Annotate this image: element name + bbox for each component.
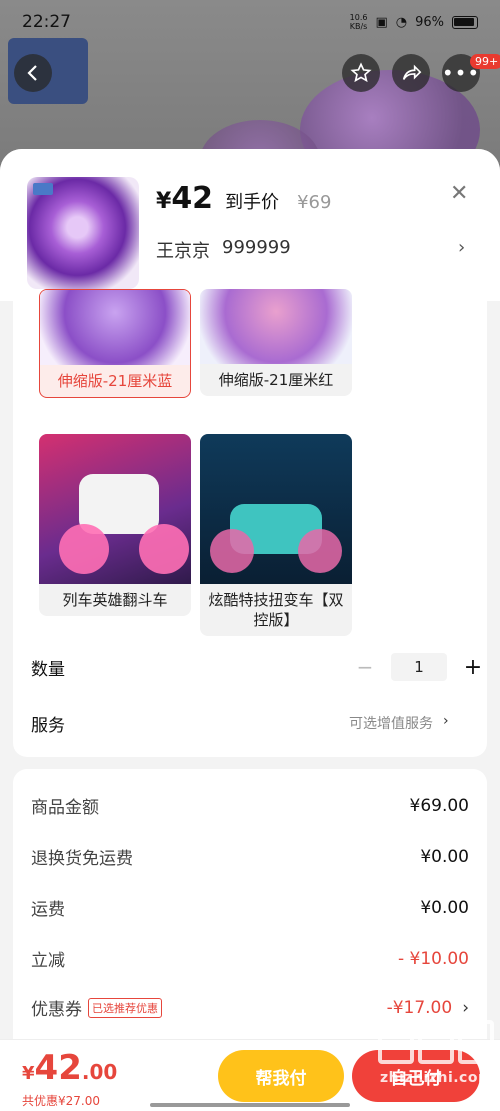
variant-image: [40, 290, 190, 365]
price-row: ¥42 到手价 ¥69: [156, 181, 331, 216]
variant-image: [200, 289, 352, 364]
coupon-label: 优惠券: [31, 1000, 82, 1020]
variant-label: 伸缩版-21厘米红: [218, 371, 334, 389]
instant-discount-row: 立减 - ¥10.00: [31, 946, 469, 972]
shipping-row: 运费 ¥0.00: [31, 895, 469, 921]
quantity-stepper: − 1 +: [355, 653, 483, 681]
shop-name: 王京京: [156, 241, 210, 262]
total-decimal: .00: [81, 1060, 118, 1084]
price-summary: 商品金额 ¥69.00 退换货免运费 ¥0.00 运费 ¥0.00 立减 - ¥…: [13, 769, 487, 1069]
instant-discount-value: - ¥10.00: [397, 948, 469, 969]
help-pay-button[interactable]: 帮我付: [218, 1050, 344, 1102]
chevron-right-icon: ›: [443, 713, 449, 729]
nfc-icon: ▣: [375, 14, 388, 30]
sheet-header: ¥42 到手价 ¥69 ✕ 王京京 999999 ›: [0, 149, 500, 301]
return-shipping-value: ¥0.00: [420, 846, 469, 867]
share-icon: [402, 64, 422, 80]
status-bar: 22:27 10.6 KB/s ▣ ◔ 96%: [0, 0, 500, 44]
final-price: 42: [171, 181, 214, 216]
notification-badge: 99+: [470, 54, 500, 69]
goods-amount-label: 商品金额: [31, 798, 99, 818]
variant-option[interactable]: 伸缩版-21厘米红: [200, 289, 352, 396]
service-label: 服务: [31, 716, 65, 736]
purchase-sheet: ¥42 到手价 ¥69 ✕ 王京京 999999 › 伸缩版-21厘米蓝 伸缩版…: [0, 149, 500, 1111]
quantity-input[interactable]: 1: [391, 653, 447, 681]
back-button[interactable]: [14, 54, 52, 92]
close-icon[interactable]: ✕: [450, 181, 468, 206]
shop-row[interactable]: 王京京 999999: [156, 237, 291, 263]
variant-label: 炫酷特技扭变车【双控版】: [208, 591, 344, 629]
return-shipping-label: 退换货免运费: [31, 849, 133, 869]
options-card: 伸缩版-21厘米蓝 伸缩版-21厘米红 列车英雄翻斗车 炫酷特技扭变车【双控版】…: [13, 289, 487, 757]
quantity-decrease-button[interactable]: −: [355, 655, 375, 679]
service-option-text: 可选增值服务: [349, 716, 433, 732]
instant-discount-label: 立减: [31, 951, 65, 971]
battery-icon: [452, 15, 478, 29]
product-thumbnail[interactable]: [27, 177, 139, 289]
variant-option[interactable]: 列车英雄翻斗车: [39, 434, 191, 616]
original-price: ¥69: [297, 192, 332, 213]
favorite-button[interactable]: [342, 54, 380, 92]
total-integer: 42: [34, 1048, 82, 1088]
coupon-value: -¥17.00: [386, 997, 453, 1018]
final-price-label: 到手价: [225, 192, 280, 213]
chevron-right-icon[interactable]: ›: [458, 237, 465, 258]
variant-option[interactable]: 炫酷特技扭变车【双控版】: [200, 434, 352, 636]
net-speed-unit: KB/s: [349, 22, 368, 31]
coupon-tag: 已选推荐优惠: [88, 997, 162, 1018]
total-price: ¥ 42 .00: [22, 1048, 117, 1088]
quantity-label: 数量: [31, 660, 65, 680]
net-speed-value: 10.6: [349, 13, 368, 22]
variant-image: [200, 434, 352, 584]
chevron-right-icon: ›: [462, 997, 469, 1018]
goods-amount-row: 商品金额 ¥69.00: [31, 793, 469, 819]
status-time: 22:27: [22, 12, 71, 32]
wifi-icon: ◔: [395, 14, 408, 30]
total-currency: ¥: [22, 1063, 35, 1084]
goods-amount-value: ¥69.00: [409, 795, 469, 816]
star-icon: [350, 62, 372, 83]
price-currency: ¥: [156, 189, 172, 214]
service-option-link[interactable]: 可选增值服务 ›: [349, 713, 449, 733]
share-button[interactable]: [392, 54, 430, 92]
coupon-row[interactable]: 优惠券 已选推荐优惠 -¥17.00 ›: [31, 995, 469, 1020]
chevron-left-icon: [27, 65, 37, 81]
return-shipping-row: 退换货免运费 ¥0.00: [31, 844, 469, 870]
network-speed: 10.6 KB/s: [350, 13, 368, 31]
checkout-bar: ¥ 42 .00 共优惠¥27.00 帮我付 自己付: [0, 1039, 500, 1111]
home-indicator: [150, 1103, 350, 1107]
variant-option[interactable]: 伸缩版-21厘米蓝: [39, 289, 191, 398]
variant-label: 伸缩版-21厘米蓝: [57, 372, 173, 390]
variant-image: [39, 434, 191, 584]
battery-percent: 96%: [415, 14, 444, 30]
quantity-increase-button[interactable]: +: [463, 655, 483, 680]
pay-button[interactable]: 自己付: [352, 1050, 480, 1102]
total-discount: 共优惠¥27.00: [22, 1094, 100, 1108]
shipping-label: 运费: [31, 900, 65, 920]
shipping-value: ¥0.00: [420, 897, 469, 918]
shop-id: 999999: [222, 237, 291, 258]
variant-label: 列车英雄翻斗车: [62, 591, 168, 609]
